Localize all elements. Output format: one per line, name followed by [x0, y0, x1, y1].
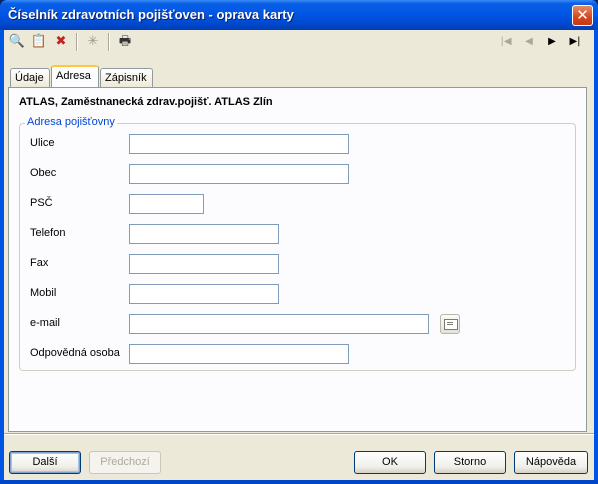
tab-panel-adresa: ATLAS, Zaměstnanecká zdrav.pojišť. ATLAS…: [8, 87, 587, 432]
last-record-icon[interactable]: ▶|: [564, 34, 586, 50]
mobile-label: Mobil: [30, 287, 57, 299]
ok-button[interactable]: OK: [354, 451, 426, 474]
email-input[interactable]: [129, 314, 429, 334]
fax-input[interactable]: [129, 254, 279, 274]
button-bar-separator: [4, 433, 594, 435]
binoculars-icon[interactable]: 🔍: [7, 33, 27, 51]
toolbar-separator: [76, 33, 78, 51]
close-button[interactable]: ✕: [572, 5, 593, 26]
dialog-client: 🔍 📋 ✖ ✳ 🖶 |◀ ◀ ▶ ▶| Údaje Adresa Zápisní…: [4, 30, 594, 480]
email-label: e-mail: [30, 317, 60, 329]
phone-input[interactable]: [129, 224, 279, 244]
cancel-button[interactable]: Storno: [434, 451, 506, 474]
address-card-icon: [444, 319, 458, 330]
city-label: Obec: [30, 167, 57, 179]
help-button[interactable]: Nápověda: [514, 451, 588, 474]
tab-adresa[interactable]: Adresa: [51, 65, 99, 87]
tab-udaje[interactable]: Údaje: [10, 68, 50, 87]
street-label: Ulice: [30, 137, 55, 149]
tab-strip: Údaje Adresa Zápisník: [8, 65, 594, 87]
fax-label: Fax: [30, 257, 49, 269]
address-card-lines: [447, 322, 453, 323]
zip-input[interactable]: [129, 194, 204, 214]
toolbar: 🔍 📋 ✖ ✳ 🖶 |◀ ◀ ▶ ▶|: [4, 30, 594, 54]
city-input[interactable]: [129, 164, 349, 184]
previous-record-icon[interactable]: ◀: [518, 34, 540, 50]
toolbar-separator: [108, 33, 110, 51]
new-record-icon[interactable]: ✳: [83, 33, 103, 51]
tab-label: Zápisník: [105, 72, 147, 84]
phone-label: Telefon: [30, 227, 66, 239]
tab-label: Údaje: [15, 72, 44, 84]
zip-label: PSČ: [30, 197, 53, 209]
contact-person-label: Odpovědná osoba: [30, 347, 120, 359]
contact-person-input[interactable]: [129, 344, 349, 364]
tab-label: Adresa: [56, 70, 91, 82]
copy-icon[interactable]: 📋: [29, 33, 49, 51]
window-title: Číselník zdravotních pojišťoven - oprava…: [8, 7, 294, 22]
address-book-button[interactable]: [440, 314, 460, 334]
insurer-heading: ATLAS, Zaměstnanecká zdrav.pojišť. ATLAS…: [19, 96, 273, 108]
dialog-window: Číselník zdravotních pojišťoven - oprava…: [0, 0, 598, 484]
title-bar[interactable]: Číselník zdravotních pojišťoven - oprava…: [0, 0, 598, 30]
first-record-icon[interactable]: |◀: [495, 34, 517, 50]
address-group: Adresa pojišťovny Ulice Obec PSČ Telefon…: [19, 116, 576, 371]
delete-icon[interactable]: ✖: [51, 33, 71, 51]
group-label: Adresa pojišťovny: [25, 116, 117, 128]
street-input[interactable]: [129, 134, 349, 154]
tab-zapisnik[interactable]: Zápisník: [100, 68, 153, 87]
next-button[interactable]: Další: [9, 451, 81, 474]
next-record-icon[interactable]: ▶: [541, 34, 563, 50]
previous-button[interactable]: Předchozí: [89, 451, 161, 474]
print-icon[interactable]: 🖶: [115, 33, 135, 51]
window-frame-bottom: [0, 480, 598, 484]
mobile-input[interactable]: [129, 284, 279, 304]
